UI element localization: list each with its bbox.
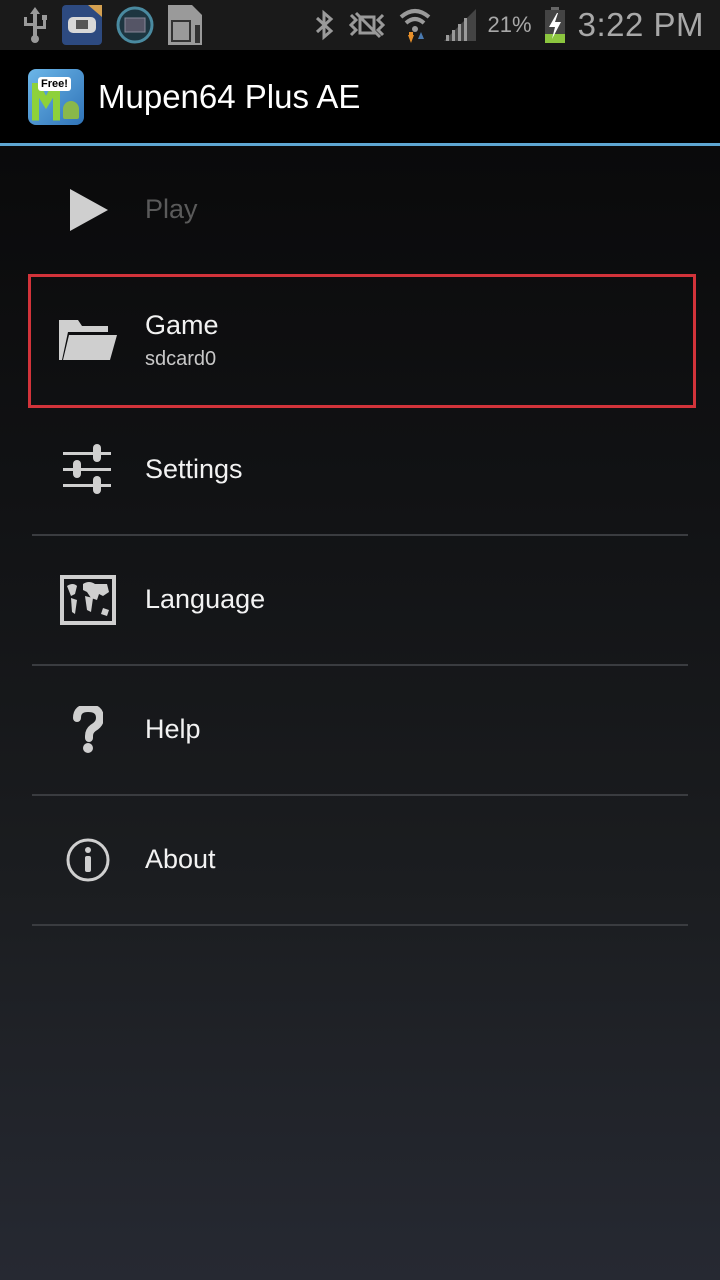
mupen64-app-icon[interactable]: Free! xyxy=(28,68,84,125)
usb-icon xyxy=(22,7,48,43)
menu-item-label: Play xyxy=(145,194,198,224)
status-bar: 21% 3:22 PM xyxy=(0,0,720,50)
app-title: Mupen64 Plus AE xyxy=(98,77,361,115)
main-menu: Play Game sdcard0 Settings Language Help xyxy=(0,146,720,1280)
bluetooth-icon xyxy=(314,9,336,41)
menu-item-label: Language xyxy=(145,584,266,614)
signal-icon xyxy=(443,9,476,41)
menu-item-label: About xyxy=(145,844,216,874)
vibrate-mute-icon xyxy=(348,11,386,39)
battery-percent: 21% xyxy=(487,12,532,37)
info-icon xyxy=(56,828,120,892)
menu-item-label: Help xyxy=(145,714,201,744)
gba-emulator-app-icon xyxy=(62,5,102,45)
wifi-icon xyxy=(398,5,432,45)
menu-item-about[interactable]: About xyxy=(32,796,688,924)
clock: 3:22 PM xyxy=(577,6,704,43)
question-icon xyxy=(56,698,120,762)
divider xyxy=(32,924,688,926)
circle-app-icon xyxy=(116,6,154,44)
app-icon-badge: Free! xyxy=(38,76,71,91)
menu-item-language[interactable]: Language xyxy=(32,536,688,664)
menu-item-play[interactable]: Play xyxy=(32,146,688,274)
menu-item-help[interactable]: Help xyxy=(32,666,688,794)
world-map-icon xyxy=(56,568,120,632)
sliders-icon xyxy=(56,438,120,502)
highlight-box xyxy=(28,274,696,408)
menu-item-label: Settings xyxy=(145,454,243,484)
play-icon xyxy=(56,178,120,242)
battery-charging-icon xyxy=(544,7,566,43)
sd-card-icon xyxy=(168,5,202,45)
action-bar: Free! Mupen64 Plus AE xyxy=(0,50,720,143)
menu-item-settings[interactable]: Settings xyxy=(32,406,688,534)
